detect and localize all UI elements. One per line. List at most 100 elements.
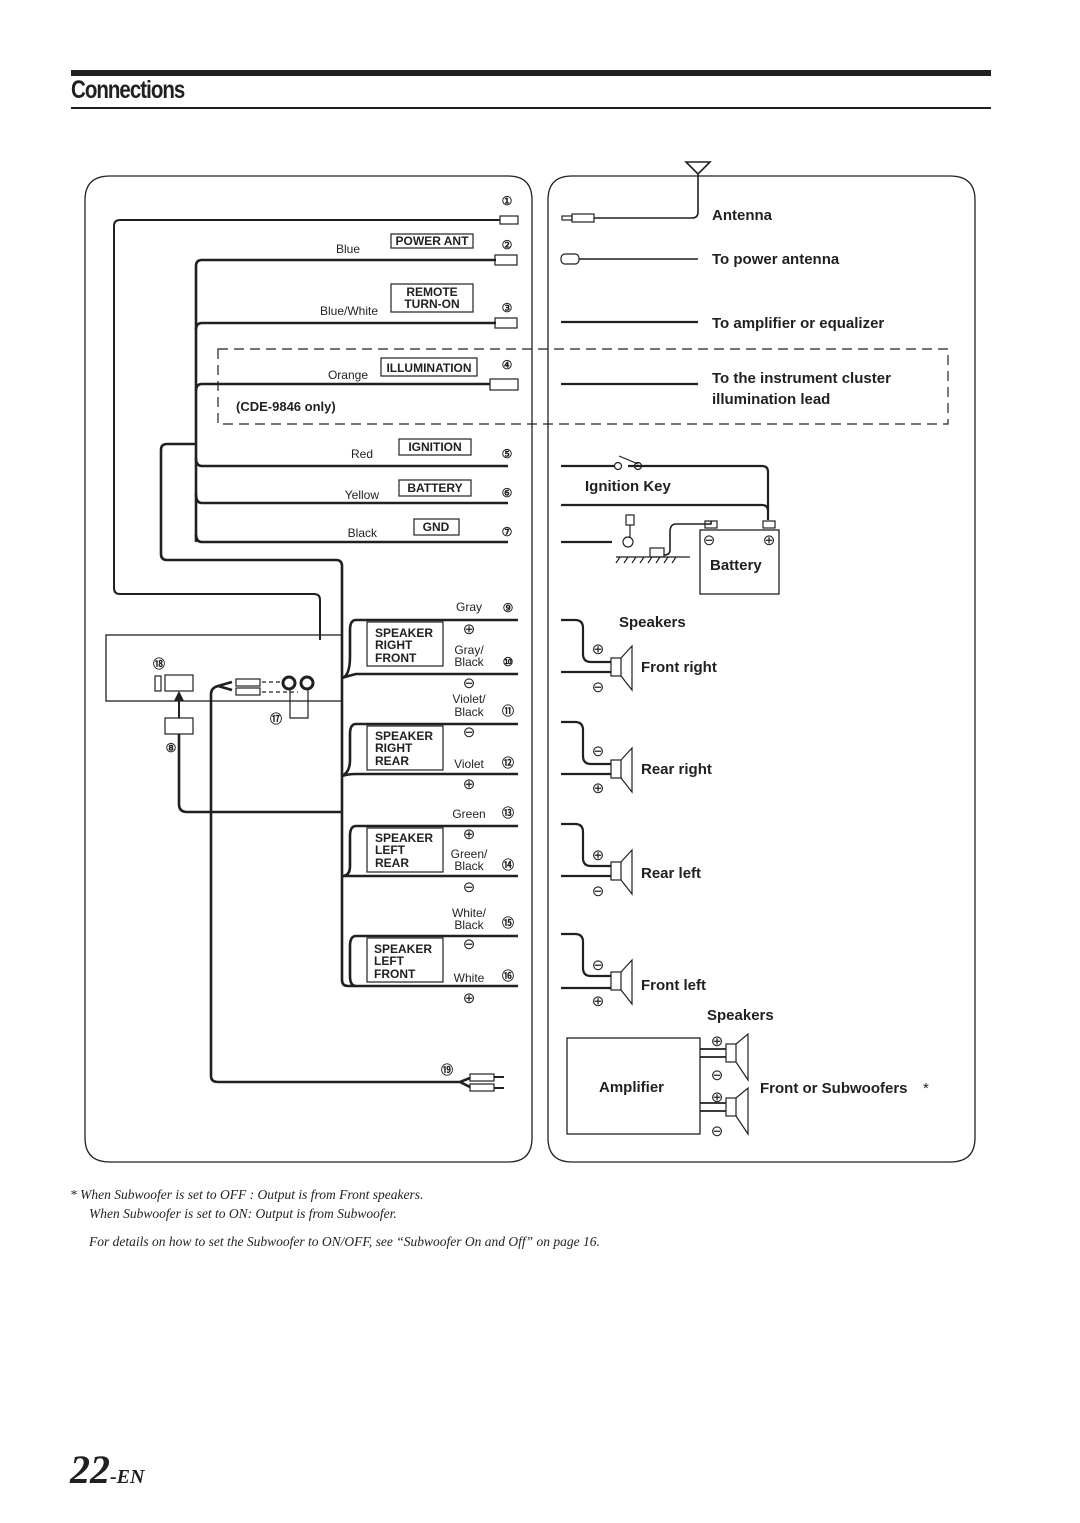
plus-icon: ⊕ [592, 641, 605, 658]
speakers-heading-2: Speakers [707, 1007, 774, 1024]
wire-color-green: Green [452, 807, 485, 821]
label-ignition: IGNITION [408, 440, 461, 454]
speaker-label-lf-2: LEFT [374, 954, 405, 968]
ground-symbol [615, 556, 690, 564]
speaker-num-9: ⑨ [503, 601, 514, 615]
label-power-ant: POWER ANT [396, 234, 470, 248]
footnote-line-1: * When Subwoofer is set to OFF : Output … [70, 1187, 424, 1202]
speaker-num-13: ⑬ [502, 805, 514, 820]
minus-icon: ⊖ [592, 883, 605, 900]
rca-17-cable [209, 680, 233, 1076]
dest-rear-left: Rear left [641, 865, 701, 882]
speaker-label-rf-2: RIGHT [375, 638, 413, 652]
minus-icon: ⊖ [463, 879, 476, 896]
wire-power-trunk [159, 450, 344, 630]
wire-color-blue: Blue [336, 242, 360, 256]
lead-num-1: ① [502, 194, 513, 208]
rca-num-19: ⑲ [441, 1062, 453, 1077]
wire-3-bluewhite [194, 321, 496, 331]
speaker-wires [340, 618, 518, 988]
wire-color-black: Black [348, 526, 378, 540]
wire-color-violetblack-2: Black [454, 705, 484, 719]
connector-2-plug [494, 254, 518, 266]
speaker-label-lr-2: LEFT [375, 843, 406, 857]
dest-front-left: Front left [641, 977, 706, 994]
wire-color-white: White [454, 971, 485, 985]
minus-icon: ⊖ [463, 724, 476, 741]
wire-color-yellow: Yellow [345, 488, 380, 502]
connector-3-plug [494, 317, 518, 329]
wire-color-grayblack-2: Black [454, 655, 484, 669]
wire-color-gray: Gray [456, 600, 482, 614]
plus-icon: ⊕ [592, 993, 605, 1010]
minus-icon: ⊖ [592, 743, 605, 760]
rca-jack-right [299, 675, 315, 691]
front-or-subwoofers-label: Front or Subwoofers [760, 1080, 908, 1097]
battery-plus-icon: ⊕ [763, 532, 776, 549]
page-number-suffix: -EN [110, 1466, 145, 1488]
minus-icon: ⊖ [592, 679, 605, 696]
minus-icon: ⊖ [463, 675, 476, 692]
lead-num-4: ④ [502, 358, 513, 372]
page-number: 22-EN [70, 1446, 144, 1493]
power-antenna-plug [560, 253, 580, 265]
lead-num-3: ③ [502, 301, 513, 315]
lead-wires [113, 219, 508, 640]
head-unit-body [105, 634, 343, 702]
wire-color-bluewhite: Blue/White [320, 304, 378, 318]
minus-icon: ⊖ [463, 936, 476, 953]
speaker-num-14: ⑭ [502, 857, 514, 872]
speakers-heading: Speakers [619, 614, 686, 631]
connector-8-wire [177, 734, 342, 814]
connector-18-body [164, 674, 194, 692]
connector-num-8: ⑧ [166, 741, 177, 755]
speaker-num-16: ⑯ [502, 968, 514, 983]
plus-icon: ⊕ [463, 621, 476, 638]
plus-icon: ⊕ [463, 826, 476, 843]
speaker-num-10: ⑩ [503, 655, 514, 669]
dest-front-right: Front right [641, 659, 717, 676]
lead-num-5: ⑤ [502, 447, 513, 461]
rca-num-17: ⑰ [270, 711, 282, 726]
connector-18-tab [154, 675, 162, 692]
wire-4-orange [194, 382, 490, 392]
battery-minus-icon: ⊖ [703, 532, 716, 549]
rca-19-cable [209, 1075, 471, 1089]
amplifier-label: Amplifier [599, 1079, 664, 1096]
battery-wire [561, 503, 770, 512]
connector-num-18: ⑱ [153, 656, 165, 671]
wiring-diagram: ① ② ③ ④ ⑤ ⑥ ⑦ ⑨ ⑩ ⑪ ⑫ ⑬ ⑭ ⑮ ⑯ ⑱ ⑧ ⑰ ⑲ Bl… [84, 161, 976, 1163]
page-number-value: 22 [70, 1447, 110, 1492]
lead-num-2: ② [502, 238, 513, 252]
minus-icon: ⊖ [592, 957, 605, 974]
dest-illumination-2: illumination lead [712, 391, 830, 408]
footnote-line-3: For details on how to set the Subwoofer … [89, 1234, 600, 1249]
dest-antenna: Antenna [712, 207, 773, 224]
speaker-label-rr-3: REAR [375, 754, 409, 768]
wire-power-trunk-top [159, 442, 196, 451]
label-battery: BATTERY [407, 481, 462, 495]
label-turn-on: TURN-ON [404, 297, 459, 311]
ignition-key-switch [618, 455, 639, 465]
battery-label: Battery [710, 557, 762, 574]
lead-num-6: ⑥ [502, 486, 513, 500]
speaker-label-rr-2: RIGHT [375, 741, 413, 755]
label-gnd: GND [423, 520, 450, 534]
dest-power-antenna: To power antenna [712, 251, 840, 268]
speaker-label-lr-3: REAR [375, 856, 409, 870]
ground-bolt [622, 536, 634, 548]
wire-1-antenna [113, 219, 500, 640]
dest-illumination-1: To the instrument cluster [712, 370, 891, 387]
plus-icon: ⊕ [711, 1033, 724, 1050]
plus-icon: ⊕ [592, 847, 605, 864]
connector-8-box [164, 717, 194, 735]
wire-color-violetblack-1: Violet/ [452, 692, 486, 706]
wire-color-whiteblack-2: Black [454, 918, 484, 932]
lead-num-7: ⑦ [502, 525, 513, 539]
footnote-line-2: When Subwoofer is set to ON: Output is f… [89, 1206, 397, 1221]
wire-color-red: Red [351, 447, 373, 461]
cde-9846-note: (CDE-9846 only) [236, 399, 336, 414]
minus-icon: ⊖ [711, 1067, 724, 1084]
antenna-symbol [594, 161, 712, 219]
rca-jack-left [281, 675, 297, 691]
